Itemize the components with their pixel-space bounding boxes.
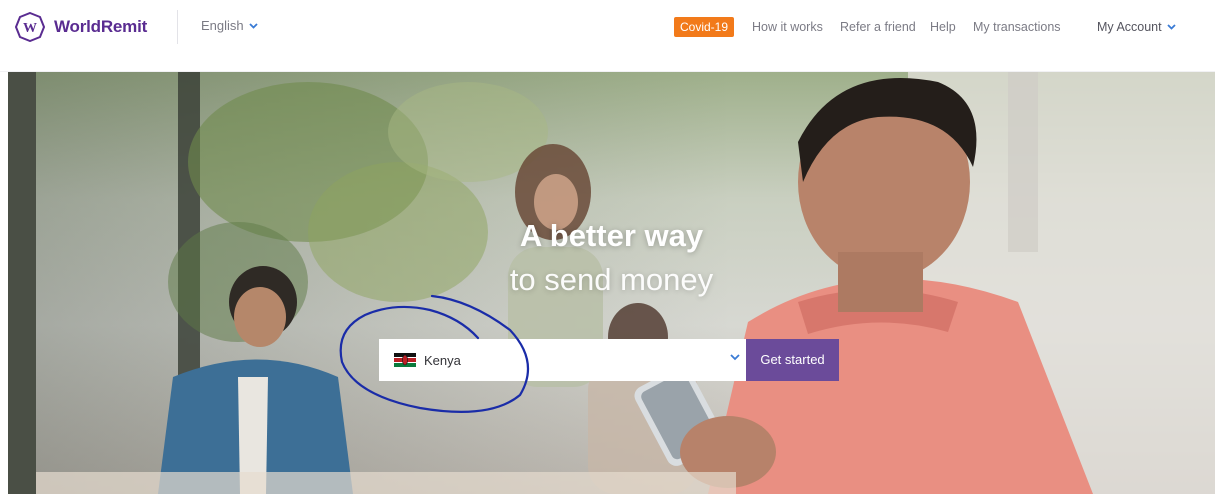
logo[interactable]: W WorldRemit: [15, 11, 147, 43]
covid-badge-link[interactable]: Covid-19: [674, 17, 735, 37]
country-select[interactable]: Kenya: [379, 339, 746, 381]
hero-title: A better way: [519, 218, 704, 253]
chevron-down-icon: [1166, 24, 1176, 30]
logo-letter: W: [23, 21, 37, 36]
top-navigation: W WorldRemit English Covid-19 How it wor…: [0, 0, 1215, 56]
brand-name: WorldRemit: [54, 17, 148, 36]
hero-subtitle: to send money: [509, 262, 714, 297]
worldremit-logo-icon: W: [15, 12, 45, 42]
nav-link-how-it-works[interactable]: How it works: [752, 20, 823, 34]
chevron-down-icon: [730, 354, 740, 361]
nav-link-my-transactions[interactable]: My transactions: [973, 20, 1061, 34]
kenya-flag-icon: [394, 353, 416, 367]
nav-link-refer-a-friend[interactable]: Refer a friend: [840, 20, 916, 34]
get-started-button[interactable]: Get started: [746, 339, 839, 381]
chevron-down-icon: [249, 22, 258, 29]
language-label: English: [201, 18, 244, 33]
hero-banner: A better way to send money Kenya Get sta…: [8, 72, 1215, 494]
my-account-menu[interactable]: My Account: [1097, 20, 1176, 34]
nav-link-help[interactable]: Help: [930, 20, 956, 34]
my-account-label: My Account: [1097, 20, 1162, 34]
language-selector[interactable]: English: [201, 18, 258, 33]
selected-country: Kenya: [424, 352, 461, 368]
nav-divider: [177, 10, 178, 44]
